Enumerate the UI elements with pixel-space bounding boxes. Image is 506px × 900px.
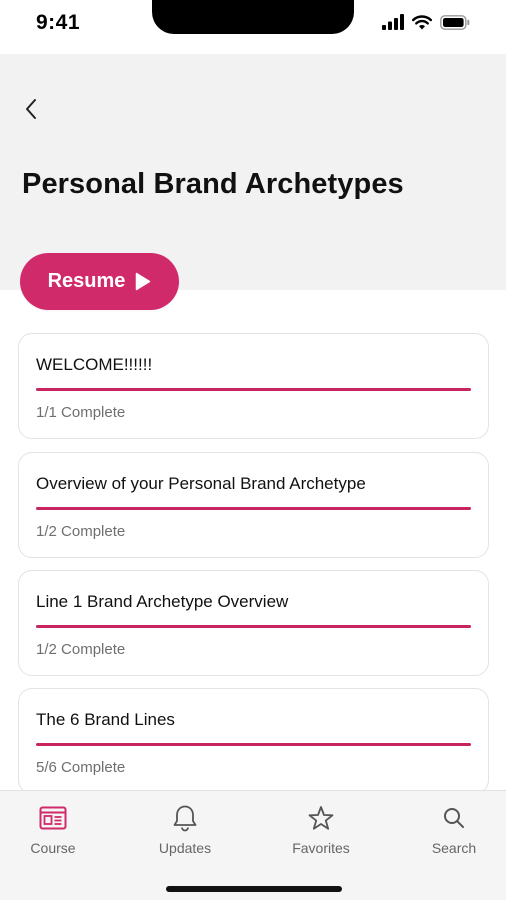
bell-icon: [173, 805, 197, 832]
resume-label: Resume: [47, 270, 126, 292]
wifi-icon: [412, 15, 432, 30]
tab-search[interactable]: Search: [404, 803, 504, 856]
course-icon: [39, 806, 67, 830]
tab-favorites[interactable]: Favorites: [271, 803, 371, 856]
lesson-progress-text: 1/1 Complete: [36, 404, 126, 421]
lesson-title: The 6 Brand Lines: [36, 710, 175, 729]
status-bar: 9:41: [0, 0, 506, 54]
lesson-title: Overview of your Personal Brand Archetyp…: [36, 474, 366, 493]
lesson-progress-text: 5/6 Complete: [36, 759, 126, 776]
lesson-card[interactable]: WELCOME!!!!!! 1/1 Complete: [18, 333, 489, 439]
tab-course[interactable]: Course: [3, 803, 103, 856]
tab-updates[interactable]: Updates: [135, 803, 235, 856]
lesson-title: Line 1 Brand Archetype Overview: [36, 592, 289, 611]
tab-label: Course: [30, 840, 76, 856]
lesson-progress-bar: [36, 388, 471, 391]
lesson-title: WELCOME!!!!!!: [36, 355, 153, 374]
page-title: Personal Brand Archetypes: [22, 168, 404, 200]
lesson-progress-bar: [36, 507, 471, 510]
search-icon: [444, 808, 464, 828]
lesson-progress-bar: [36, 743, 471, 746]
play-icon: [136, 272, 151, 291]
lesson-progress-text: 1/2 Complete: [36, 523, 126, 540]
status-icons: [382, 14, 470, 30]
lesson-card[interactable]: Overview of your Personal Brand Archetyp…: [18, 452, 489, 558]
star-icon: [308, 806, 334, 830]
status-time: 9:41: [36, 11, 81, 34]
chevron-left-icon: [26, 99, 36, 119]
bottom-tab-bar: Course Updates Favorites Search: [0, 790, 506, 900]
tab-label: Search: [431, 840, 477, 856]
device-notch: [152, 0, 354, 34]
home-indicator: [166, 886, 342, 892]
lesson-progress-text: 1/2 Complete: [36, 641, 126, 658]
resume-button[interactable]: Resume: [20, 253, 179, 310]
lesson-card[interactable]: Line 1 Brand Archetype Overview 1/2 Comp…: [18, 570, 489, 676]
tab-label: Favorites: [292, 840, 350, 856]
lesson-progress-bar: [36, 625, 471, 628]
back-button[interactable]: [18, 96, 44, 122]
lesson-card[interactable]: The 6 Brand Lines 5/6 Complete: [18, 688, 489, 794]
cellular-signal-icon: [382, 14, 404, 30]
battery-icon: [440, 14, 470, 30]
tab-label: Updates: [158, 840, 212, 856]
